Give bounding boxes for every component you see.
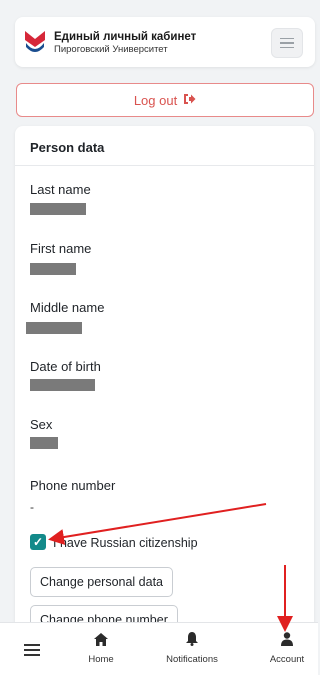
hamburger-icon — [280, 37, 294, 40]
tab-notifications-label: Notifications — [166, 654, 218, 665]
menu-toggle-button[interactable] — [271, 28, 303, 58]
bottom-tab-bar: Home Notifications Account — [0, 622, 318, 675]
date-of-birth-value-redacted — [30, 379, 95, 391]
middle-name-label: Middle name — [30, 300, 105, 315]
tab-account[interactable]: Account — [252, 631, 320, 665]
phone-number-value: - — [30, 500, 34, 514]
last-name-value-redacted — [30, 203, 86, 215]
sex-label: Sex — [30, 417, 53, 432]
middle-name-value-redacted — [26, 322, 82, 334]
first-name-label: First name — [30, 241, 92, 256]
last-name-label: Last name — [30, 182, 91, 197]
check-icon: ✓ — [32, 535, 44, 549]
hamburger-icon[interactable] — [24, 644, 40, 656]
app-header: Единый личный кабинет Пироговский Универ… — [15, 17, 315, 67]
russian-citizenship-checkbox[interactable]: ✓ — [30, 534, 46, 550]
card-header: Person data — [15, 126, 314, 166]
change-personal-data-button[interactable]: Change personal data — [30, 567, 174, 597]
sex-value-redacted — [30, 437, 58, 449]
university-logo[interactable] — [23, 28, 47, 54]
tab-home[interactable]: Home — [66, 631, 136, 665]
tab-account-label: Account — [269, 654, 305, 665]
date-of-birth-label: Date of birth — [30, 359, 101, 374]
home-icon — [94, 631, 108, 647]
tab-notifications[interactable]: Notifications — [157, 631, 227, 665]
logout-button[interactable]: Log out — [16, 83, 314, 117]
brand-subtitle: Пироговский Университет — [54, 44, 168, 55]
card-title: Person data — [30, 140, 105, 155]
user-icon — [281, 631, 293, 647]
russian-citizenship-label[interactable]: I have Russian citizenship — [53, 536, 198, 550]
tab-home-label: Home — [88, 654, 114, 665]
logout-label: Log out — [133, 92, 178, 108]
first-name-value-redacted — [30, 263, 76, 275]
person-data-card: Person data Last name First name Middle … — [15, 126, 314, 646]
bell-icon — [186, 631, 198, 647]
brand-title: Единый личный кабинет — [54, 31, 197, 43]
sign-out-icon — [183, 93, 196, 108]
phone-number-label: Phone number — [30, 478, 116, 493]
